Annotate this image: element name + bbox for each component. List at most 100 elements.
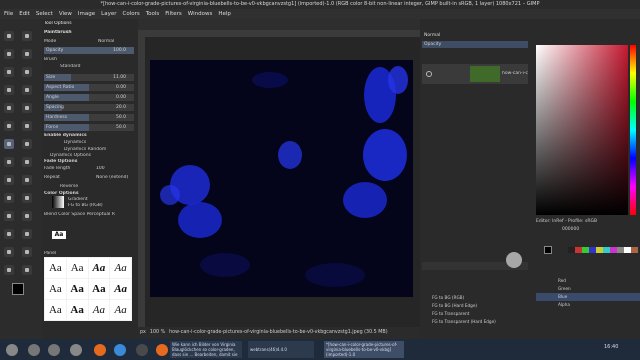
menu-file[interactable]: File [4,9,13,19]
hardness-slider[interactable]: Hardness 50.0 [44,114,134,121]
force-slider[interactable]: Force 50.0 [44,124,134,131]
unified-transform-icon[interactable] [4,265,14,275]
font-sample[interactable]: Aa [110,279,131,299]
fade-length-row[interactable]: Fade length 100 [44,166,136,172]
font-sample[interactable]: Aa [88,279,110,299]
app-icon[interactable] [136,344,148,356]
fg-color-swatch[interactable] [544,246,552,254]
list-item[interactable]: FG to Transparent (Hard Edge) [422,318,528,326]
hex-input[interactable]: 000000 [562,227,579,232]
font-sample[interactable]: Aa [45,279,66,299]
menu-layer[interactable]: Layer [101,9,116,19]
font-sample[interactable]: Aa [66,300,88,320]
move-tool-icon[interactable] [4,31,14,41]
measure-tool-icon[interactable] [22,229,32,239]
crop-tool-icon[interactable] [4,85,14,95]
zoom-tool-icon[interactable] [4,247,14,257]
rotate-tool-icon[interactable] [22,265,32,275]
mode-select[interactable]: Normal [98,39,114,45]
dodge-tool-icon[interactable] [22,193,32,203]
menu-edit[interactable]: Edit [19,9,30,19]
opacity-slider[interactable]: Opacity 100.0 [44,47,134,54]
horizontal-ruler[interactable] [138,30,420,37]
airbrush-tool-icon[interactable] [4,157,14,167]
cage-tool-icon[interactable] [22,103,32,113]
gradient-select[interactable]: FG to BG (RGB) [68,203,132,209]
font-sample[interactable]: Aa [66,258,88,278]
repeat-row[interactable]: Repeat None (extend) [44,175,136,181]
channel-green[interactable]: Green [536,285,640,293]
color-picker-icon[interactable] [4,229,14,239]
scissors-select-icon[interactable] [4,67,14,77]
aspect-ratio-slider[interactable]: Aspect Ratio 0.00 [44,84,134,91]
free-select-icon[interactable] [22,49,32,59]
taskbar-window[interactable]: webtrans(46)4.4.0 [248,341,314,358]
menu-view[interactable]: View [59,9,72,19]
enable-dynamics-checkbox[interactable]: Enable dynamics [44,133,136,139]
spacing-slider[interactable]: Spacing 20.0 [44,104,134,111]
list-item[interactable]: FG to BG (RGB) [422,294,528,302]
firefox-icon[interactable] [94,344,106,356]
unit-select[interactable]: px [140,327,146,339]
smudge-tool-icon[interactable] [4,193,14,203]
font-sample[interactable]: Aa [110,300,131,320]
menu-select[interactable]: Select [36,9,53,19]
font-sample[interactable]: Aa [45,258,66,278]
layer-name[interactable]: how-can-i-co [502,71,528,76]
ink-tool-icon[interactable] [22,157,32,167]
bucket-fill-icon[interactable] [4,121,14,131]
foreground-color-swatch[interactable] [12,283,24,295]
menu-image[interactable]: Image [78,9,95,19]
tool-options-tab[interactable]: Tool Options [44,21,136,27]
warp-tool-icon[interactable] [4,103,14,113]
layer-mode-select[interactable]: Normal [424,33,440,38]
heal-tool-icon[interactable] [22,175,32,185]
hand-tool-icon[interactable] [22,247,32,257]
vertical-ruler[interactable] [138,37,145,327]
path-tool-icon[interactable] [4,211,14,221]
eye-icon[interactable] [426,71,432,77]
taskbar-window[interactable]: Wie kann ich Bilder von Virginia Blauglö… [170,341,242,358]
layer-opacity-slider[interactable]: Opacity [422,41,528,48]
menu-windows[interactable]: Windows [188,9,213,19]
channel-blue[interactable]: Blue [536,293,640,301]
app-icon[interactable] [6,344,18,356]
font-sample[interactable]: Aa [88,258,110,278]
paintbrush-tool-icon[interactable] [4,139,14,149]
reverse-checkbox[interactable]: Reverse [44,184,136,190]
app-icon[interactable] [48,344,60,356]
gradient-tool-icon[interactable] [22,121,32,131]
clone-tool-icon[interactable] [4,175,14,185]
font-sample[interactable]: Aa [88,300,110,320]
list-item[interactable]: FG to Transparent [422,310,528,318]
app-icon[interactable] [70,344,82,356]
font-sample[interactable]: Aa [45,300,66,320]
font-tab[interactable]: Aa [52,231,66,239]
firefox-icon[interactable] [156,344,168,356]
layer-row[interactable]: how-can-i-co [422,64,528,84]
brush-select[interactable]: Standard [44,64,136,70]
blend-color-space[interactable]: Blend Color Space Perceptual R [44,212,136,218]
channel-red[interactable]: Red [536,277,640,285]
color-history[interactable] [568,247,638,253]
channel-alpha[interactable]: Alpha [536,301,640,309]
font-sample[interactable]: Aa [110,258,131,278]
menu-help[interactable]: Help [218,9,231,19]
list-item[interactable]: FG to BG (Hard Edge) [422,302,528,310]
text-tool-icon[interactable] [22,211,32,221]
align-tool-icon[interactable] [22,31,32,41]
menu-filters[interactable]: Filters [165,9,182,19]
app-icon[interactable] [114,344,126,356]
transform-tool-icon[interactable] [22,85,32,95]
color-saturation-square[interactable] [536,45,628,215]
font-sample[interactable]: Aa [66,279,88,299]
eraser-tool-icon[interactable] [22,139,32,149]
zoom-select[interactable]: 100 % [150,327,165,339]
app-icon[interactable] [28,344,40,356]
fuzzy-select-icon[interactable] [22,67,32,77]
angle-slider[interactable]: Angle 0.00 [44,94,134,101]
hue-slider[interactable] [630,45,636,215]
menu-colors[interactable]: Colors [122,9,139,19]
fade-options-expander[interactable]: Fade Options [44,159,136,165]
menu-tools[interactable]: Tools [146,9,160,19]
